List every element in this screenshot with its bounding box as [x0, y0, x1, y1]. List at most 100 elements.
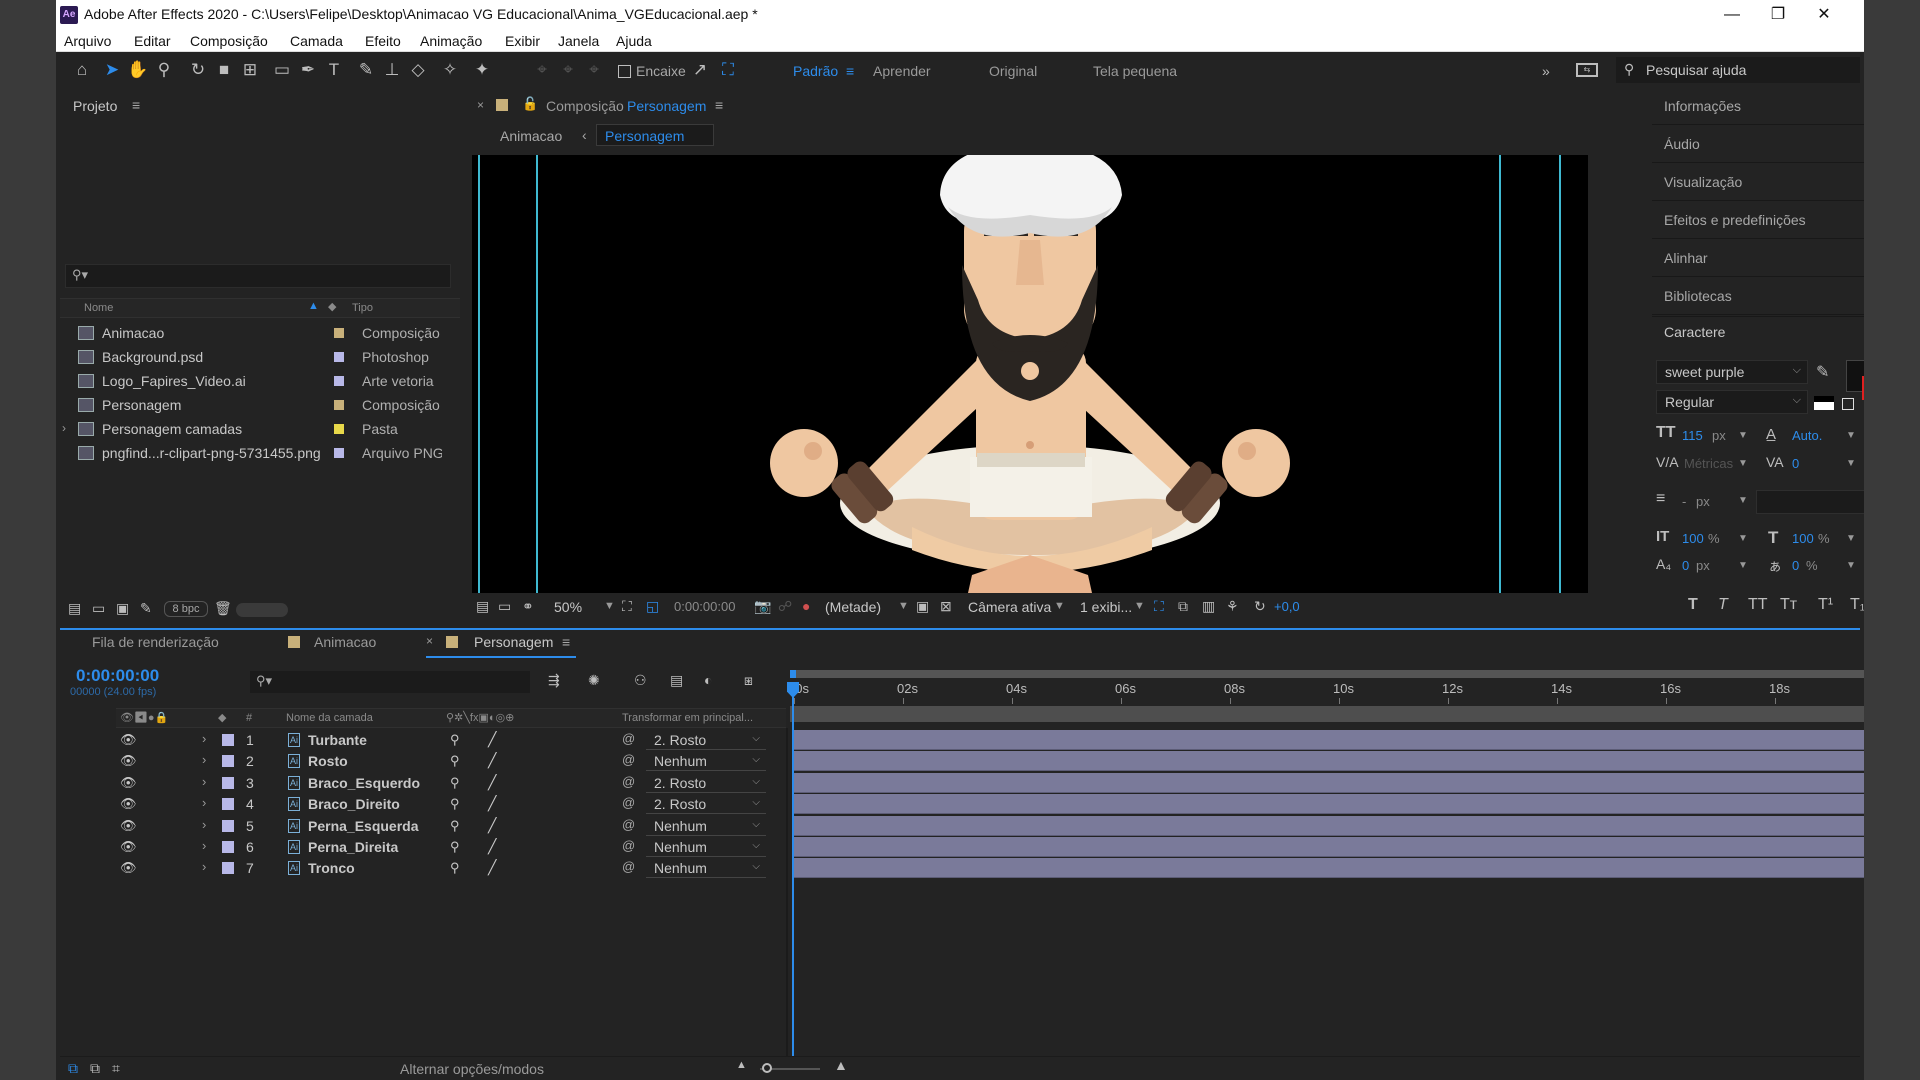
- number-column[interactable]: #: [246, 712, 252, 724]
- shy-switch-icon[interactable]: ⚲: [450, 796, 460, 812]
- parent-pick-whip-icon[interactable]: @: [622, 859, 635, 874]
- layer-duration-bar[interactable]: [792, 772, 1864, 793]
- reset-exposure-icon[interactable]: ↻: [1254, 598, 1266, 615]
- breadcrumb-animacao[interactable]: Animacao: [500, 128, 562, 144]
- type-tool-icon[interactable]: T: [322, 58, 346, 82]
- project-item[interactable]: Logo_Fapires_Video.ai Arte vetoria: [60, 370, 460, 394]
- stroke-style-select[interactable]: ⌵: [1756, 490, 1864, 514]
- visibility-eye-icon[interactable]: 👁: [120, 796, 137, 812]
- parent-pick-whip-icon[interactable]: @: [622, 731, 635, 746]
- font-size-value[interactable]: 115: [1682, 428, 1703, 443]
- snap-checkbox[interactable]: [618, 65, 631, 78]
- breadcrumb-personagem[interactable]: Personagem: [596, 124, 714, 146]
- zoom-out-icon[interactable]: ▲: [736, 1059, 747, 1071]
- layer-name[interactable]: Perna_Direita: [308, 839, 398, 855]
- fit-icon[interactable]: ⛶: [622, 598, 632, 615]
- menu-animacao[interactable]: Animação: [420, 33, 482, 49]
- new-folder-icon[interactable]: ▭: [92, 600, 105, 617]
- composition-viewer[interactable]: [472, 155, 1588, 593]
- layer-label-swatch[interactable]: [222, 819, 234, 832]
- visibility-eye-icon[interactable]: 👁: [120, 775, 137, 791]
- shy-switch-icon[interactable]: ⚲: [450, 775, 460, 791]
- visibility-eye-icon[interactable]: 👁: [120, 839, 137, 855]
- column-parent[interactable]: Transformar em principal...: [622, 712, 753, 724]
- shy-layers-icon[interactable]: ⚇: [634, 672, 647, 689]
- parent-pick-whip-icon[interactable]: @: [622, 752, 635, 767]
- font-style-select[interactable]: Regular ⌵: [1656, 390, 1808, 414]
- project-panel-title[interactable]: Projeto: [73, 98, 117, 114]
- faux-italic-button[interactable]: T: [1718, 596, 1728, 614]
- quality-switch-icon[interactable]: ╱: [488, 731, 496, 748]
- layer-switches-icon[interactable]: ⧉: [68, 1060, 78, 1077]
- layer-duration-bar[interactable]: [792, 858, 1864, 879]
- exposure-value[interactable]: +0,0: [1274, 599, 1300, 614]
- expand-layer-icon[interactable]: ›: [202, 774, 206, 789]
- layer-duration-bar[interactable]: [792, 837, 1864, 857]
- visibility-eye-icon[interactable]: 👁: [120, 818, 137, 834]
- roto-brush-tool-icon[interactable]: ✧: [438, 58, 462, 82]
- layer-label-swatch[interactable]: [222, 862, 234, 875]
- no-fill-icon[interactable]: [1842, 398, 1854, 410]
- snap-options-icon[interactable]: ↗: [688, 58, 712, 82]
- puppet-tool-icon[interactable]: ✦: [470, 58, 494, 82]
- panel-tab-item[interactable]: Visualização: [1664, 174, 1742, 190]
- column-type[interactable]: Tipo: [352, 302, 373, 314]
- layer-label-swatch[interactable]: [222, 776, 234, 789]
- workspace-aprender[interactable]: Aprender: [873, 63, 931, 79]
- camera-tool-icon[interactable]: ■: [212, 58, 236, 82]
- project-item[interactable]: pngfind...r-clipart-png-5731455.png Arqui…: [60, 442, 460, 466]
- thumbnail-slider[interactable]: [236, 603, 288, 617]
- camera-dropdown-icon[interactable]: ▼: [1054, 600, 1065, 612]
- parent-pick-whip-icon[interactable]: @: [622, 817, 635, 832]
- work-area-start-handle[interactable]: [790, 670, 796, 678]
- local-axis-icon[interactable]: ⌖: [530, 58, 554, 82]
- timeline-zoom-slider[interactable]: [760, 1063, 820, 1073]
- views-value[interactable]: 1 exibi...: [1080, 599, 1132, 615]
- layer-duration-bar[interactable]: [792, 730, 1864, 750]
- stroke-color-swatch[interactable]: [1862, 376, 1864, 400]
- menu-camada[interactable]: Camada: [290, 33, 343, 49]
- clone-stamp-tool-icon[interactable]: ⊥: [380, 58, 404, 82]
- pen-tool-icon[interactable]: ✒: [296, 58, 320, 82]
- snapshot-icon[interactable]: 📷: [754, 598, 771, 615]
- channels-icon[interactable]: ●: [802, 598, 810, 614]
- tsume-value[interactable]: 0: [1792, 558, 1799, 573]
- region-of-interest-icon[interactable]: ▣: [916, 598, 929, 615]
- project-item[interactable]: Background.psd Photoshop: [60, 346, 460, 370]
- parent-pick-whip-icon[interactable]: @: [622, 838, 635, 853]
- in-out-icon[interactable]: ⌗: [112, 1060, 120, 1077]
- zoom-dropdown-icon[interactable]: ▼: [604, 600, 615, 612]
- interpret-footage-icon[interactable]: ▤: [68, 600, 81, 617]
- workspace-tela-pequena[interactable]: Tela pequena: [1093, 63, 1177, 79]
- lock-icon[interactable]: 🔓: [522, 96, 538, 112]
- shy-switch-icon[interactable]: ⚲: [450, 732, 460, 748]
- menu-composicao[interactable]: Composição: [190, 33, 268, 49]
- maximize-button[interactable]: ❐: [1758, 2, 1798, 28]
- leading-value[interactable]: Auto.: [1792, 428, 1822, 443]
- timeline-timecode[interactable]: 0:00:00:00: [76, 666, 159, 686]
- kerning-value[interactable]: Métricas: [1684, 456, 1733, 471]
- layer-name[interactable]: Perna_Esquerda: [308, 818, 419, 834]
- item-label-swatch[interactable]: [334, 376, 344, 386]
- camera-value[interactable]: Câmera ativa: [968, 599, 1051, 615]
- label-column-icon[interactable]: ◆: [218, 711, 226, 724]
- eraser-tool-icon[interactable]: ◇: [406, 58, 430, 82]
- leading-dropdown-icon[interactable]: ▼: [1846, 430, 1856, 441]
- expand-icon[interactable]: ›: [62, 421, 66, 435]
- font-family-select[interactable]: sweet purple ⌵: [1656, 360, 1808, 384]
- current-time-indicator[interactable]: [792, 696, 794, 1056]
- expand-layer-icon[interactable]: ›: [202, 752, 206, 767]
- menu-janela[interactable]: Janela: [558, 33, 599, 49]
- parent-select[interactable]: Nenhum ⌵: [646, 751, 766, 772]
- toggle-switches-modes[interactable]: Alternar opções/modos: [400, 1061, 544, 1077]
- graph-editor-icon[interactable]: ⧆: [744, 672, 753, 689]
- layer-label-swatch[interactable]: [222, 841, 234, 853]
- resolution-value[interactable]: (Metade): [825, 599, 881, 615]
- more-workspaces-icon[interactable]: »: [1542, 63, 1550, 79]
- item-label-swatch[interactable]: [334, 424, 344, 434]
- label-tag-icon[interactable]: ◆: [328, 300, 336, 313]
- parent-select[interactable]: 2. Rosto ⌵: [646, 730, 766, 750]
- show-snapshot-icon[interactable]: ☍: [778, 598, 792, 615]
- workspace-padrao[interactable]: Padrão: [793, 63, 838, 79]
- visibility-eye-icon[interactable]: 👁: [120, 860, 137, 876]
